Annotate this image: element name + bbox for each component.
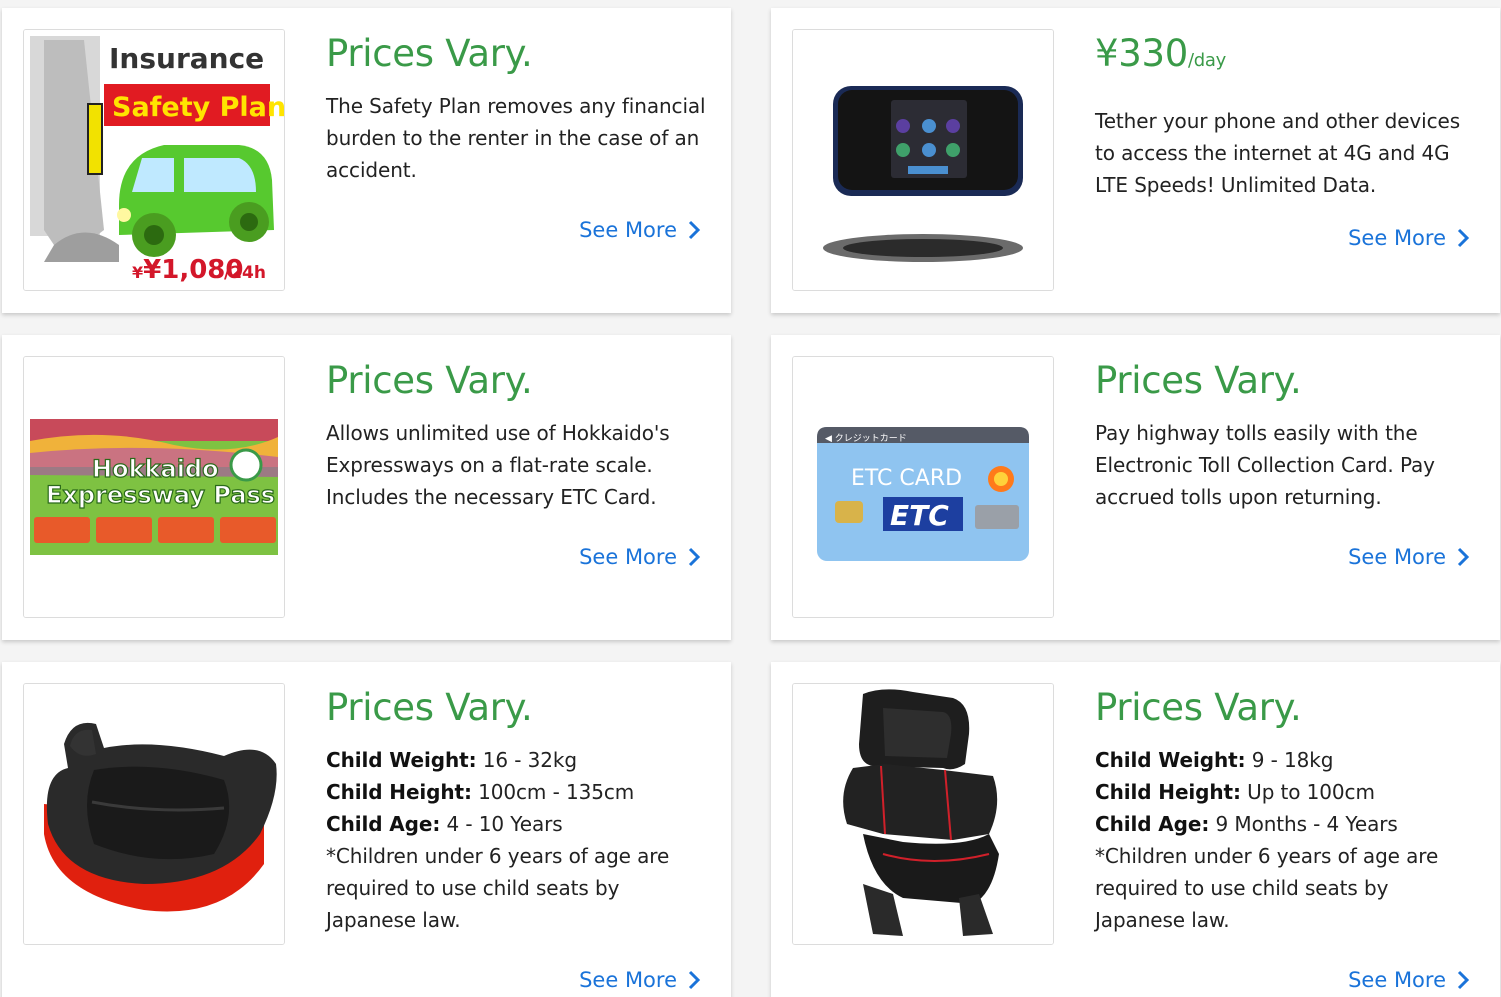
chevron-right-icon bbox=[1457, 228, 1470, 248]
spec-weight: Child Weight: 9 - 18kg bbox=[1095, 748, 1334, 772]
card-body: Prices Vary. The Safety Plan removes any… bbox=[326, 30, 706, 186]
card-body: ¥330/day Tether your phone and other dev… bbox=[1095, 30, 1475, 201]
chevron-right-icon bbox=[1457, 547, 1470, 567]
svg-text:Expressway Pass: Expressway Pass bbox=[46, 481, 275, 509]
see-more-label: See More bbox=[1348, 968, 1446, 992]
card-etc-card: ◀ クレジットカード ETC CARD ETC Prices Vary. Pay… bbox=[771, 335, 1500, 640]
etc-card-image[interactable]: ◀ クレジットカード ETC CARD ETC bbox=[792, 356, 1054, 618]
price-label: Prices Vary. bbox=[1095, 686, 1302, 729]
card-body: Prices Vary. Allows unlimited use of Hok… bbox=[326, 357, 706, 513]
card-description: The Safety Plan removes any financial bu… bbox=[326, 94, 706, 182]
price-unit: /day bbox=[1187, 50, 1226, 71]
see-more-link[interactable]: See More bbox=[579, 218, 701, 242]
chevron-right-icon bbox=[1457, 970, 1470, 990]
card-insurance: Insurance Safety Plan ¥¥1,080 /24h Price… bbox=[2, 8, 731, 313]
svg-text:◀ クレジットカード: ◀ クレジットカード bbox=[825, 433, 907, 444]
spec-age: Child Age: 9 Months - 4 Years bbox=[1095, 812, 1398, 836]
see-more-link[interactable]: See More bbox=[1348, 545, 1470, 569]
card-child-seat: Prices Vary. Child Weight: 9 - 18kg Chil… bbox=[771, 662, 1500, 997]
see-more-label: See More bbox=[579, 968, 677, 992]
price-label: Prices Vary. bbox=[326, 359, 533, 402]
price-label: ¥330/day bbox=[1095, 30, 1475, 85]
card-body: Prices Vary. Child Weight: 16 - 32kg Chi… bbox=[326, 684, 706, 936]
chevron-right-icon bbox=[688, 220, 701, 240]
svg-text:Safety Plan: Safety Plan bbox=[112, 92, 284, 123]
price-label: Prices Vary. bbox=[326, 32, 533, 75]
card-description: Allows unlimited use of Hokkaido's Expre… bbox=[326, 421, 670, 509]
svg-text:ETC CARD: ETC CARD bbox=[851, 466, 962, 491]
card-description: Tether your phone and other devices to a… bbox=[1095, 109, 1461, 197]
see-more-label: See More bbox=[1348, 226, 1446, 250]
card-body: Prices Vary. Child Weight: 9 - 18kg Chil… bbox=[1095, 684, 1475, 936]
card-description: Child Weight: 9 - 18kg Child Height: Up … bbox=[1095, 744, 1475, 936]
svg-text:ETC: ETC bbox=[890, 499, 949, 532]
spec-height: Child Height: 100cm - 135cm bbox=[326, 780, 635, 804]
chevron-right-icon bbox=[688, 547, 701, 567]
card-booster-seat: Prices Vary. Child Weight: 16 - 32kg Chi… bbox=[2, 662, 731, 997]
card-body: Prices Vary. Pay highway tolls easily wi… bbox=[1095, 357, 1475, 513]
see-more-link[interactable]: See More bbox=[1348, 226, 1470, 250]
svg-text:/24h: /24h bbox=[224, 263, 266, 283]
insurance-image[interactable]: Insurance Safety Plan ¥¥1,080 /24h bbox=[23, 29, 285, 291]
card-expressway-pass: Hokkaido Expressway Pass Prices Vary. Al… bbox=[2, 335, 731, 640]
see-more-label: See More bbox=[579, 545, 677, 569]
see-more-label: See More bbox=[579, 218, 677, 242]
child-seat-image[interactable] bbox=[792, 683, 1054, 945]
spec-age: Child Age: 4 - 10 Years bbox=[326, 812, 563, 836]
card-description: Pay highway tolls easily with the Electr… bbox=[1095, 421, 1435, 509]
see-more-label: See More bbox=[1348, 545, 1446, 569]
spec-weight: Child Weight: 16 - 32kg bbox=[326, 748, 577, 772]
card-pocket-wifi: ¥330/day Tether your phone and other dev… bbox=[771, 8, 1500, 313]
expressway-pass-image[interactable]: Hokkaido Expressway Pass bbox=[23, 356, 285, 618]
price-label: Prices Vary. bbox=[326, 686, 533, 729]
price-label: Prices Vary. bbox=[1095, 359, 1302, 402]
svg-text:Insurance: Insurance bbox=[109, 42, 264, 75]
chevron-right-icon bbox=[688, 970, 701, 990]
booster-seat-image[interactable] bbox=[23, 683, 285, 945]
pocket-wifi-image[interactable] bbox=[792, 29, 1054, 291]
see-more-link[interactable]: See More bbox=[1348, 968, 1470, 992]
svg-text:Hokkaido: Hokkaido bbox=[92, 455, 219, 483]
see-more-link[interactable]: See More bbox=[579, 968, 701, 992]
price-value: ¥330 bbox=[1095, 32, 1188, 75]
legal-note: *Children under 6 years of age are requi… bbox=[326, 844, 670, 932]
see-more-link[interactable]: See More bbox=[579, 545, 701, 569]
card-description: Child Weight: 16 - 32kg Child Height: 10… bbox=[326, 744, 706, 936]
spec-height: Child Height: Up to 100cm bbox=[1095, 780, 1375, 804]
legal-note: *Children under 6 years of age are requi… bbox=[1095, 844, 1439, 932]
